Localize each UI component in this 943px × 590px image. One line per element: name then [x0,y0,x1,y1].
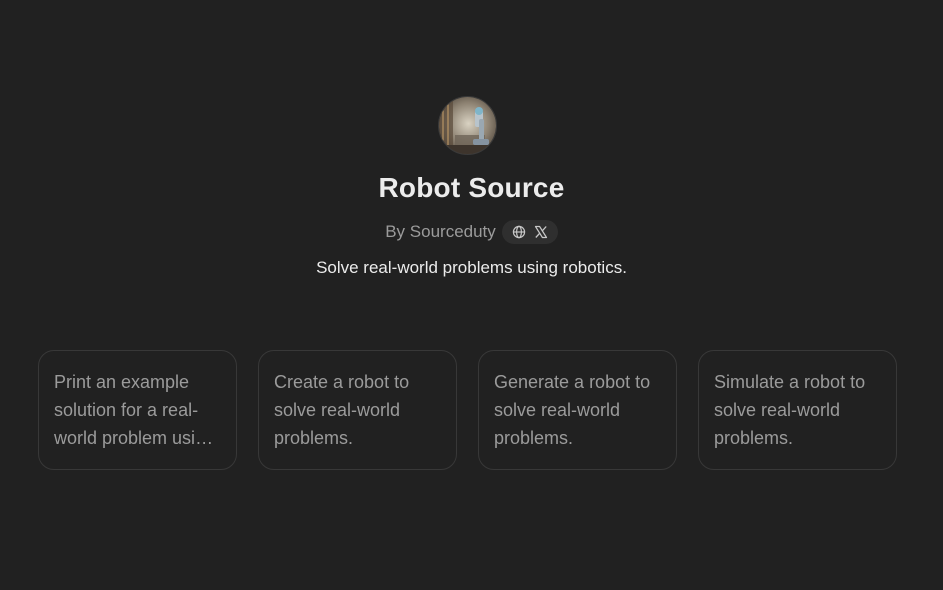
byline: By Sourceduty [0,220,943,244]
gpt-avatar [438,96,497,155]
starter-card[interactable]: Generate a robot to solve real-world pro… [478,350,677,470]
globe-icon[interactable] [511,224,527,240]
gpt-title: Robot Source [378,172,565,203]
starter-label: Simulate a robot to solve real-world pro… [714,372,866,448]
starter-label: Print an example solution for a real-wor… [54,372,216,448]
gpt-landing-page: Robot Source By Sourceduty Solve real-wo… [0,0,943,590]
x-logo-icon[interactable] [533,224,549,240]
starter-card[interactable]: Create a robot to solve real-world probl… [258,350,457,470]
gpt-description: Solve real-world problems using robotics… [316,258,627,277]
author-name: By Sourceduty [385,222,496,241]
starter-label: Create a robot to solve real-world probl… [274,372,410,448]
robot-arm-avatar-icon [439,97,496,154]
starter-label: Generate a robot to solve real-world pro… [494,372,651,448]
starter-card[interactable]: Print an example solution for a real-wor… [38,350,237,470]
social-links-pill[interactable] [501,220,558,244]
conversation-starters: Print an example solution for a real-wor… [38,350,897,470]
starter-card[interactable]: Simulate a robot to solve real-world pro… [698,350,897,470]
